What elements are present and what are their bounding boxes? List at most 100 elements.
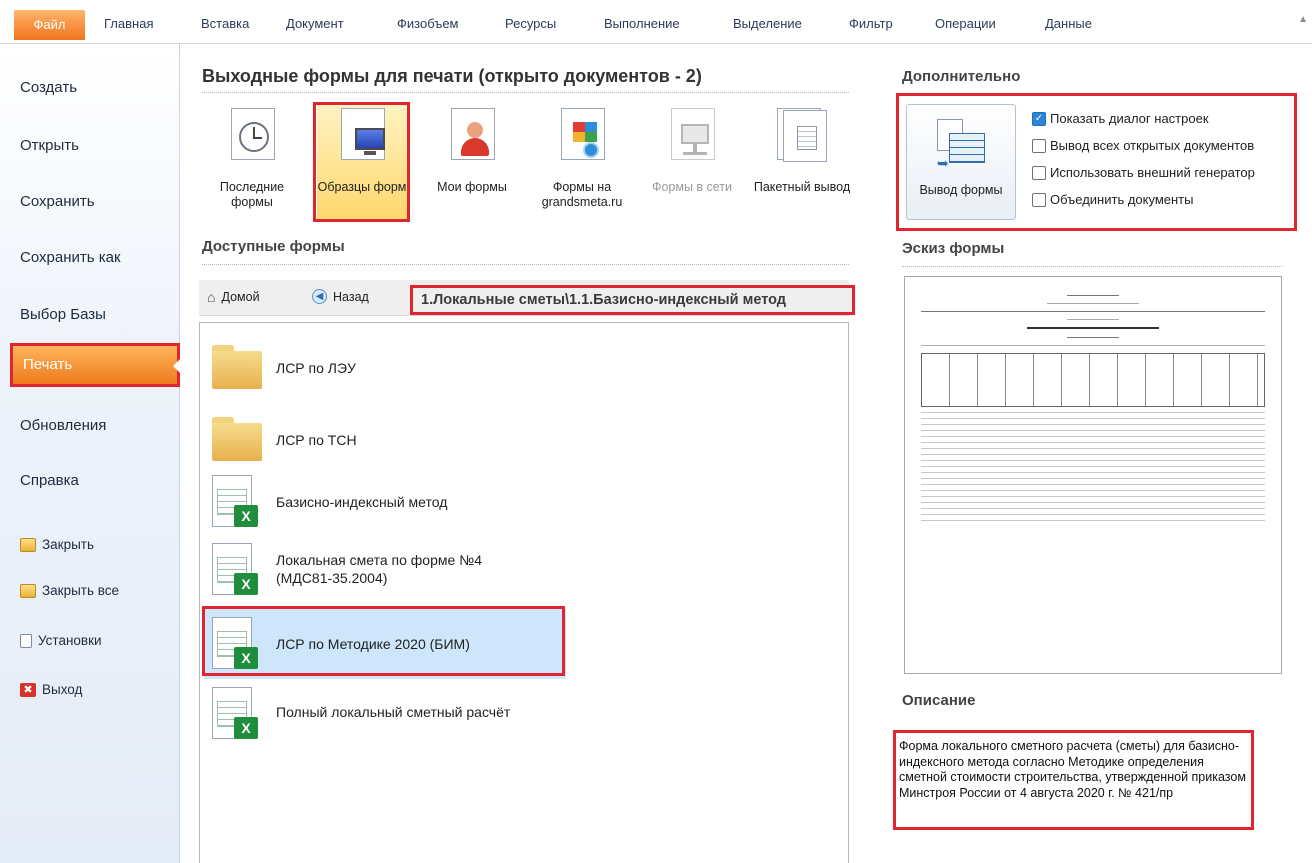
tab-resources[interactable]: Ресурсы <box>505 16 556 31</box>
nav-close[interactable]: Закрыть <box>20 537 94 552</box>
nav-open[interactable]: Открыть <box>0 124 180 168</box>
nav-save-as[interactable]: Сохранить как <box>0 236 180 280</box>
merge-docs-label: Объединить документы <box>1050 192 1194 207</box>
external-generator-label: Использовать внешний генератор <box>1050 165 1255 180</box>
batch-output-label: Пакетный вывод <box>753 180 851 194</box>
form-description: Форма локального сметного расчета (сметы… <box>893 730 1254 830</box>
tab-operations[interactable]: Операции <box>935 16 996 31</box>
show-settings-dialog-label: Показать диалог настроек <box>1050 111 1209 126</box>
tab-execution[interactable]: Выполнение <box>604 16 680 31</box>
tab-document[interactable]: Документ <box>286 16 344 31</box>
nav-exit-label: Выход <box>42 682 83 697</box>
list-item-selected[interactable]: X ЛСР по Методике 2020 (БИМ) <box>204 609 566 679</box>
monitor-icon <box>335 108 389 162</box>
output-all-docs-label: Вывод всех открытых документов <box>1050 138 1255 153</box>
folders-icon <box>20 583 36 598</box>
nav-print[interactable]: Печать <box>10 343 180 387</box>
tab-home[interactable]: Главная <box>104 16 153 31</box>
network-icon <box>665 108 719 162</box>
folder-icon <box>20 537 36 552</box>
list-item-label: ЛСР по ЛЭУ <box>276 360 356 376</box>
nav-help[interactable]: Справка <box>0 459 180 503</box>
user-icon <box>445 108 499 162</box>
tab-insert[interactable]: Вставка <box>201 16 249 31</box>
show-settings-dialog-checkbox[interactable]: ✓ Показать диалог настроек <box>1032 111 1209 126</box>
back-icon: ◀ <box>312 289 327 304</box>
ribbon: Файл Главная Вставка Документ Физобъем Р… <box>0 0 1312 44</box>
list-item-label-2: (МДС81-35.2004) <box>276 570 388 586</box>
home-label: Домой <box>221 290 260 304</box>
sample-forms-label: Образцы форм <box>317 180 407 194</box>
tab-data[interactable]: Данные <box>1045 16 1092 31</box>
checkbox-icon <box>1032 165 1046 180</box>
merge-docs-checkbox[interactable]: Объединить документы <box>1032 192 1193 207</box>
network-forms-label: Формы в сети <box>651 180 733 194</box>
web-icon <box>555 108 609 162</box>
list-item[interactable]: X Базисно-индексный метод <box>208 467 848 537</box>
folder-icon <box>212 417 262 461</box>
divider <box>202 264 849 265</box>
nav-save[interactable]: Сохранить <box>0 180 180 224</box>
back-button[interactable]: ◀ Назад <box>312 289 369 304</box>
forms-list: ЛСР по ЛЭУ ЛСР по ТСН X Базисно-индексны… <box>199 322 849 863</box>
my-forms-label: Мои формы <box>437 180 507 194</box>
tab-filter[interactable]: Фильтр <box>849 16 893 31</box>
web-forms-label: Формы на grandsmeta.ru <box>541 180 623 209</box>
recent-forms-label: Последние формы <box>219 180 285 209</box>
breadcrumb-path: 1.Локальные сметы\1.1.Базисно-индексный … <box>410 285 855 315</box>
tab-file[interactable]: Файл <box>14 10 85 40</box>
tab-selection[interactable]: Выделение <box>733 16 802 31</box>
web-forms-button[interactable]: Формы на grandsmeta.ru <box>537 102 627 222</box>
recent-forms-button[interactable]: Последние формы <box>207 102 297 222</box>
settings-doc-icon <box>20 633 32 648</box>
checkbox-icon <box>1032 138 1046 153</box>
list-item-label: ЛСР по ТСН <box>276 432 357 448</box>
output-form-button[interactable]: ➥ Вывод формы <box>906 104 1016 220</box>
my-forms-button[interactable]: Мои формы <box>427 102 517 222</box>
excel-form-icon: X <box>212 617 260 673</box>
clock-icon <box>225 108 279 162</box>
sample-forms-button[interactable]: Образцы форм <box>317 102 407 222</box>
list-item[interactable]: ЛСР по ТСН <box>208 405 848 475</box>
nav-close-all[interactable]: Закрыть все <box>20 583 119 598</box>
list-item[interactable]: X Полный локальный сметный расчёт <box>208 681 848 751</box>
excel-form-icon: X <box>212 687 260 743</box>
batch-output-button[interactable]: Пакетный вывод <box>754 102 850 222</box>
network-forms-button[interactable]: Формы в сети <box>647 102 737 222</box>
output-all-docs-checkbox[interactable]: Вывод всех открытых документов <box>1032 138 1254 153</box>
folder-icon <box>212 345 262 389</box>
nav-select-base[interactable]: Выбор Базы <box>0 293 180 337</box>
chevron-up-icon[interactable]: ▲ <box>1298 14 1308 25</box>
excel-form-icon: X <box>212 543 260 599</box>
checkbox-checked-icon: ✓ <box>1032 111 1046 126</box>
nav-settings[interactable]: Установки <box>20 633 102 648</box>
nav-create[interactable]: Создать <box>0 66 180 110</box>
list-item[interactable]: ЛСР по ЛЭУ <box>208 335 848 405</box>
list-item-label: Локальная смета по форме №4 <box>276 552 482 568</box>
exit-icon: ✖ <box>20 682 36 697</box>
available-forms-title: Доступные формы <box>202 238 345 255</box>
output-form-label: Вывод формы <box>919 183 1003 197</box>
list-item[interactable]: X Локальная смета по форме №4 (МДС81-35.… <box>208 537 848 607</box>
nav-exit[interactable]: ✖ Выход <box>20 682 82 697</box>
divider <box>902 266 1282 267</box>
nav-close-all-label: Закрыть все <box>42 583 120 598</box>
external-generator-checkbox[interactable]: Использовать внешний генератор <box>1032 165 1255 180</box>
list-item-label: Базисно-индексный метод <box>276 494 448 510</box>
checkbox-icon <box>1032 192 1046 207</box>
form-sketch-preview <box>904 276 1282 674</box>
list-item-label: ЛСР по Методике 2020 (БИМ) <box>276 636 470 652</box>
home-button[interactable]: ⌂ Домой <box>207 289 260 305</box>
back-label: Назад <box>333 289 369 304</box>
nav-settings-label: Установки <box>38 633 102 648</box>
tab-physvolume[interactable]: Физобъем <box>397 16 459 31</box>
list-item-label: Полный локальный сметный расчёт <box>276 704 511 720</box>
page-title: Выходные формы для печати (открыто докум… <box>202 66 702 86</box>
description-title: Описание <box>902 692 976 709</box>
form-thumbnail <box>917 285 1269 529</box>
divider <box>202 92 849 93</box>
nav-close-label: Закрыть <box>42 537 94 552</box>
extra-title: Дополнительно <box>902 68 1021 85</box>
table-output-icon: ➥ <box>937 119 985 171</box>
nav-updates[interactable]: Обновления <box>0 404 180 448</box>
